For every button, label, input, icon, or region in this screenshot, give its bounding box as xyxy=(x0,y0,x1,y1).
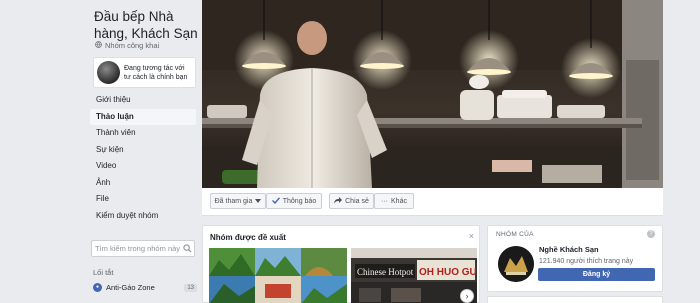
acting-as-selector[interactable]: Đang tương tác với tư cách là chính bạn xyxy=(93,57,196,88)
nav-item-members[interactable]: Thành viên xyxy=(90,125,196,142)
nav-item-files[interactable]: File xyxy=(90,191,196,208)
suggested-groups-card: Nhóm được đề xuất × Chinese Hotpot OH HU… xyxy=(202,225,480,303)
group-type: Nhóm công khai xyxy=(95,41,159,50)
next-arrow-icon[interactable]: › xyxy=(460,289,474,303)
nav-item-about[interactable]: Giới thiệu xyxy=(90,92,196,109)
suggested-group-thumbnail[interactable]: Chinese Hotpot OH HUO GUO xyxy=(351,248,477,303)
notifications-button[interactable]: Thông báo xyxy=(266,193,322,209)
cover-photo[interactable] xyxy=(202,0,663,188)
group-search xyxy=(91,240,195,257)
joined-label: Đã tham gia xyxy=(214,197,253,205)
left-sidebar: Đầu bếp Nhà hàng, Khách Sạn Nhóm công kh… xyxy=(0,0,202,303)
related-group-name[interactable]: Nghề Khách Sạn xyxy=(539,245,599,254)
subscribe-button[interactable]: Đăng ký xyxy=(538,268,655,281)
share-button[interactable]: Chia sẻ xyxy=(329,193,374,209)
sign-text: Chinese Hotpot xyxy=(357,267,414,277)
joined-button[interactable]: Đã tham gia xyxy=(210,193,266,209)
nav-item-discussion[interactable]: Thảo luận xyxy=(90,108,196,125)
related-group-heading: NHÓM CỦA xyxy=(496,231,534,238)
next-card-edge xyxy=(487,296,663,303)
suggested-group-thumbnail[interactable] xyxy=(209,248,347,303)
hotpot-sign-image: Chinese Hotpot OH HUO GUO xyxy=(351,248,477,303)
shortcut-item[interactable]: ● Anti-Gáo Zone 13 xyxy=(93,283,197,292)
more-label: Khác xyxy=(391,197,407,205)
globe-icon xyxy=(95,41,102,50)
shortcuts-heading: Lối tắt xyxy=(93,268,114,277)
page-margin xyxy=(663,0,700,303)
nav-item-moderation[interactable]: Kiểm duyệt nhóm xyxy=(90,208,196,225)
group-icon: ● xyxy=(93,283,102,292)
nav-item-events[interactable]: Sự kiện xyxy=(90,142,196,159)
group-nav: Giới thiệu Thảo luận Thành viên Sự kiện … xyxy=(90,92,196,224)
caret-down-icon xyxy=(255,198,262,205)
related-group-card: NHÓM CỦA ? Nghề Khách Sạn 121.940 người … xyxy=(487,225,663,292)
avatar xyxy=(97,61,120,84)
close-icon[interactable]: × xyxy=(469,231,474,241)
group-title[interactable]: Đầu bếp Nhà hàng, Khách Sạn xyxy=(94,8,204,42)
hotel-logo-image xyxy=(498,246,534,282)
sign-text-large: OH HUO GUO xyxy=(419,267,477,278)
group-search-input[interactable] xyxy=(95,244,183,253)
acting-as-label: Đang tương tác với tư cách là chính bạn xyxy=(124,64,188,81)
group-type-label: Nhóm công khai xyxy=(105,41,160,50)
check-icon xyxy=(271,196,280,206)
group-action-bar: Đã tham gia Thông báo Chia sẻ ··· Khác xyxy=(202,188,663,216)
info-icon[interactable]: ? xyxy=(647,230,655,238)
share-icon xyxy=(334,196,343,206)
shortcut-label: Anti-Gáo Zone xyxy=(106,283,155,292)
more-button[interactable]: ··· Khác xyxy=(374,193,414,209)
related-group-likes: 121.940 người thích trang này xyxy=(539,258,634,265)
notifications-label: Thông báo xyxy=(282,197,317,205)
travel-collage-image xyxy=(209,248,347,303)
suggested-groups-heading: Nhóm được đề xuất xyxy=(210,233,286,242)
nav-item-photos[interactable]: Ảnh xyxy=(90,175,196,192)
shortcut-count-badge: 13 xyxy=(184,283,197,292)
more-icon: ··· xyxy=(381,197,389,205)
kitchen-photo xyxy=(202,0,663,188)
share-label: Chia sẻ xyxy=(345,197,369,205)
nav-item-videos[interactable]: Video xyxy=(90,158,196,175)
related-group-avatar[interactable] xyxy=(498,246,534,282)
search-icon[interactable] xyxy=(183,244,192,253)
